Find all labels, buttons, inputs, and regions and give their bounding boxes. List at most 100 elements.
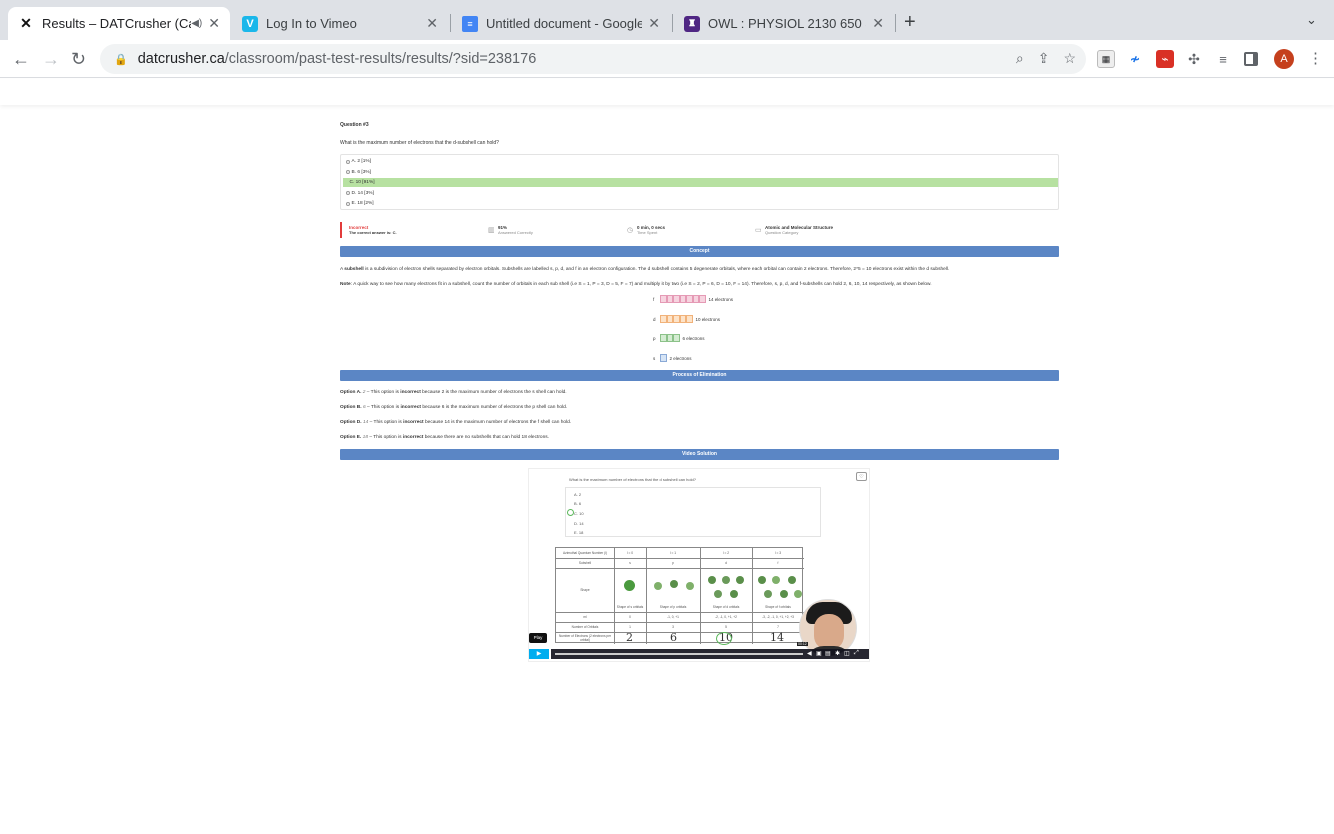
waveform-extension-icon[interactable]: ≁	[1126, 50, 1144, 68]
table-row-line	[556, 612, 804, 613]
reload-icon[interactable]: ↻	[71, 49, 86, 70]
more-menu-icon[interactable]: ⋮	[1308, 49, 1323, 67]
heart-icon[interactable]: ♡	[856, 472, 867, 481]
google-docs-favicon: ≡	[462, 15, 478, 32]
new-tab-icon[interactable]: +	[904, 11, 916, 34]
fullscreen-icon[interactable]: ⤢	[854, 650, 859, 657]
orbital-boxes	[660, 354, 667, 362]
video-player[interactable]: ♡ What is the maximum number of electron…	[528, 468, 870, 662]
p-orbital-shape	[654, 582, 662, 590]
close-tab-icon[interactable]: ✕	[208, 15, 220, 32]
elimination-item: Option B. 6 – This option is incorrect b…	[340, 405, 568, 410]
orbital-electron-count: 6 electrons	[682, 335, 705, 341]
f-orbital-shape	[788, 576, 796, 584]
video-option: E. 18	[574, 530, 584, 535]
f-orbital-shape	[758, 576, 766, 584]
answer-option[interactable]: D. 14 [3%]	[343, 189, 1058, 198]
f-orbital-shape	[772, 576, 780, 584]
seek-bar[interactable]: 00:12 ◀ ▣ ▤ ✱ ◫ ⤢	[551, 642, 869, 659]
row-header: Number of Orbitals	[571, 625, 599, 629]
answer-option[interactable]: B. 6 [3%]	[343, 168, 1058, 177]
circled-answer-mark	[567, 509, 574, 516]
orbital-row-f: f 14 electrons	[653, 294, 733, 304]
f-orbital-shape	[764, 590, 772, 598]
calendar-icon: ▭	[755, 227, 762, 234]
row-header: Azimuthal Quantum Number (l)	[563, 551, 607, 555]
radio-icon	[346, 181, 348, 185]
orbital-label: p	[653, 335, 656, 341]
f-orbital-shape	[780, 590, 788, 598]
elimination-header: Process of Elimination	[340, 370, 1059, 381]
progress-track[interactable]	[555, 653, 803, 655]
video-option: D. 14	[574, 521, 584, 526]
side-panel-icon[interactable]	[1244, 52, 1258, 66]
tab-google-docs[interactable]: ≡ Untitled document - Google Do ✕	[452, 7, 670, 40]
calculator-extension-icon[interactable]: ▦	[1097, 50, 1115, 68]
video-option: B. 6	[574, 501, 582, 506]
orbital-label: s	[653, 355, 656, 361]
star-icon[interactable]: ☆	[1063, 50, 1076, 67]
orbital-row-s: s 2 electrons	[653, 353, 692, 363]
back-arrow-icon[interactable]: ←	[12, 49, 30, 70]
d-orbital-shape	[714, 590, 722, 598]
orbital-box	[660, 354, 667, 362]
speaker-icon[interactable]: ◀)	[191, 18, 202, 29]
subshell-label: p	[672, 561, 674, 565]
close-tab-icon[interactable]: ✕	[872, 15, 884, 32]
subshell-table: Azimuthal Quantum Number (l) Subshell Sh…	[555, 547, 804, 645]
share-icon[interactable]: ⇪	[1038, 50, 1050, 67]
answer-option[interactable]: E. 18 [2%]	[343, 199, 1058, 208]
category-stat: ▭ Atomic and Molecular Structure Questio…	[755, 225, 834, 235]
lock-icon[interactable]: 🔒	[114, 53, 128, 66]
orbital-label: d	[653, 316, 656, 322]
orbital-electron-count: 14 electrons	[708, 296, 734, 302]
address-bar[interactable]: 🔒 datcrusher.ca/classroom/past-test-resu…	[100, 44, 1086, 74]
shape-caption: Shape of s orbitals	[616, 605, 644, 609]
video-option: A. 2	[574, 492, 582, 497]
profile-avatar[interactable]: A	[1274, 49, 1294, 69]
video-question: What is the maximum number of electrons …	[569, 477, 696, 482]
d-orbital-shape	[722, 576, 730, 584]
tab-title: OWL : PHYSIOL 2130 650 SU2	[708, 16, 866, 31]
volume-icon[interactable]: ◀	[807, 650, 812, 657]
play-button[interactable]: ▶	[529, 649, 549, 659]
tab-vimeo[interactable]: V Log In to Vimeo ✕	[232, 7, 448, 40]
table-row-line	[556, 622, 804, 623]
orbital-count: 3	[672, 625, 674, 629]
settings-icon[interactable]: ✱	[835, 650, 840, 657]
close-tab-icon[interactable]: ✕	[648, 15, 660, 32]
clock-icon: ◷	[627, 227, 634, 234]
tab-separator	[672, 14, 673, 32]
media-queue-icon[interactable]: ≡	[1214, 50, 1232, 68]
vimeo-favicon: V	[242, 15, 258, 32]
puzzle-extensions-icon[interactable]: ✣	[1185, 50, 1203, 68]
d-orbital-shape	[736, 576, 744, 584]
l-value: l = 3	[774, 551, 782, 555]
forward-arrow-icon[interactable]: →	[42, 49, 60, 70]
tab-separator	[450, 14, 451, 32]
pdf-extension-icon[interactable]: ⌁	[1156, 50, 1174, 68]
close-tab-icon[interactable]: ✕	[426, 15, 438, 32]
incorrect-indicator	[340, 222, 342, 238]
p-orbital-shape	[686, 582, 694, 590]
zoom-icon[interactable]: ⌕	[1016, 50, 1024, 67]
orbital-electron-count: 10 electrons	[695, 316, 721, 322]
captions-icon[interactable]: ▣	[816, 650, 822, 657]
answer-option-correct[interactable]: C. 10 [91%]	[343, 178, 1058, 187]
handwritten-number: 14	[770, 631, 784, 644]
pip-icon[interactable]: ◫	[844, 650, 850, 657]
bar-chart-icon: ▥	[488, 227, 495, 234]
d-orbital-shape	[708, 576, 716, 584]
tab-owl[interactable]: ♜ OWL : PHYSIOL 2130 650 SU2 ✕	[674, 7, 894, 40]
chevron-down-icon[interactable]: ⌄	[1306, 12, 1317, 28]
tab-title: Results – DATCrusher (Can	[42, 16, 192, 31]
time-stat: ◷ 0 min, 0 secs Time Spent	[627, 225, 666, 235]
result-stat: Incorrect The correct answer is: C.	[349, 225, 397, 235]
elimination-item: Option D. 14 – This option is incorrect …	[340, 420, 572, 425]
tab-results[interactable]: ✕ Results – DATCrusher (Can ◀) ✕	[8, 7, 230, 40]
queue-icon[interactable]: ▤	[825, 650, 831, 657]
orbital-box	[673, 334, 680, 342]
question-text: What is the maximum number of electrons …	[340, 140, 499, 146]
radio-icon	[346, 191, 350, 195]
answer-option[interactable]: A. 2 [1%]	[343, 157, 1058, 166]
